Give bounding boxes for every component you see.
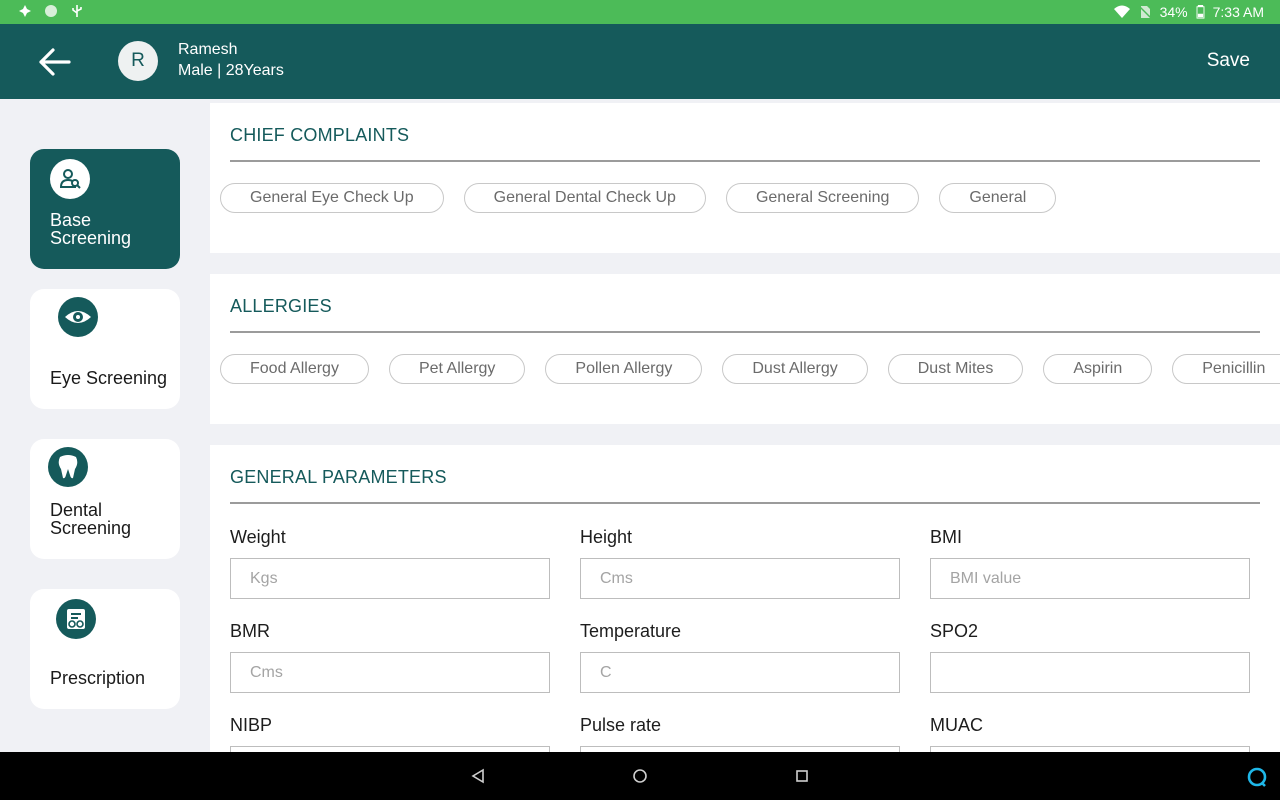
complaint-chip[interactable]: General Dental Check Up [463,183,706,213]
complaint-chip[interactable]: General Eye Check Up [220,183,444,213]
sidebar-item-label: Eye Screening [50,368,168,388]
general-parameters-section: GENERAL PARAMETERS Weight Height BMI BMR… [210,445,1280,752]
divider [230,502,1260,504]
height-label: Height [580,527,633,547]
clock: 7:33 AM [1212,4,1264,20]
home-circle-icon[interactable] [632,768,648,784]
save-button[interactable]: Save [1207,50,1250,72]
no-sim-icon [1138,5,1152,19]
avatar: R [118,41,158,81]
complaint-chip[interactable]: General Screening [725,183,920,213]
temperature-input[interactable] [580,652,900,693]
temperature-label: Temperature [580,621,682,641]
recents-square-icon[interactable] [794,768,810,784]
system-navigation-bar [0,752,1280,800]
app-header: R Ramesh Male | 28Years Save [0,24,1280,99]
allergy-chips: Food Allergy Pet Allergy Pollen Allergy … [220,354,1280,384]
battery-icon [1196,5,1205,19]
patient-name: Ramesh [178,41,238,58]
allergy-chip[interactable]: Penicillin [1172,354,1280,384]
usb-icon [72,5,82,17]
back-arrow-icon[interactable] [36,44,72,80]
chief-complaints-chips: General Eye Check Up General Dental Chec… [220,183,1057,213]
chief-complaints-section: CHIEF COMPLAINTS General Eye Check Up Ge… [210,103,1280,253]
assistant-icon[interactable] [1246,766,1268,788]
bmr-label: BMR [230,621,270,641]
battery-percent: 34% [1159,4,1188,20]
complaint-chip[interactable]: General [939,183,1057,213]
bmi-input[interactable] [930,558,1250,599]
section-title: ALLERGIES [230,296,332,316]
sidebar-item-eye-screening[interactable]: Eye Screening [30,289,180,409]
divider [230,331,1260,333]
allergy-chip[interactable]: Pet Allergy [388,354,526,384]
allergy-chip[interactable]: Food Allergy [220,354,369,384]
eye-icon [58,297,98,337]
pulse-rate-label: Pulse rate [580,715,662,735]
weight-input[interactable] [230,558,550,599]
muac-label: MUAC [930,715,983,735]
prescription-icon [56,599,96,639]
sidebar-item-label: Prescription [50,668,146,688]
screening-icon [50,159,90,199]
pinwheel-icon [19,5,31,17]
sidebar-item-label: Base Screening [50,210,132,248]
allergy-chip[interactable]: Aspirin [1043,354,1153,384]
section-title: GENERAL PARAMETERS [230,467,447,487]
patient-gender-age: Male | 28Years [178,62,284,79]
bmi-label: BMI [930,527,963,547]
wifi-icon [1113,5,1130,18]
sidebar-item-dental-screening[interactable]: Dental Screening [30,439,180,559]
allergies-section: ALLERGIES Food Allergy Pet Allergy Polle… [210,274,1280,424]
allergy-chip[interactable]: Dust Mites [887,354,1024,384]
section-title: CHIEF COMPLAINTS [230,125,410,145]
sidebar-item-label: Dental Screening [50,500,132,538]
allergy-chip[interactable]: Pollen Allergy [545,354,703,384]
spo2-label: SPO2 [930,621,979,641]
sidebar-item-base-screening[interactable]: Base Screening [30,149,180,269]
height-input[interactable] [580,558,900,599]
tooth-icon [48,447,88,487]
circle-icon [45,5,57,17]
bmr-input[interactable] [230,652,550,693]
status-bar: 34% 7:33 AM [0,0,1280,24]
weight-label: Weight [230,527,286,547]
back-triangle-icon[interactable] [470,768,486,784]
sidebar-item-prescription[interactable]: Prescription [30,589,180,709]
allergy-chip[interactable]: Dust Allergy [722,354,868,384]
nibp-label: NIBP [230,715,273,735]
spo2-input[interactable] [930,652,1250,693]
divider [230,160,1260,162]
